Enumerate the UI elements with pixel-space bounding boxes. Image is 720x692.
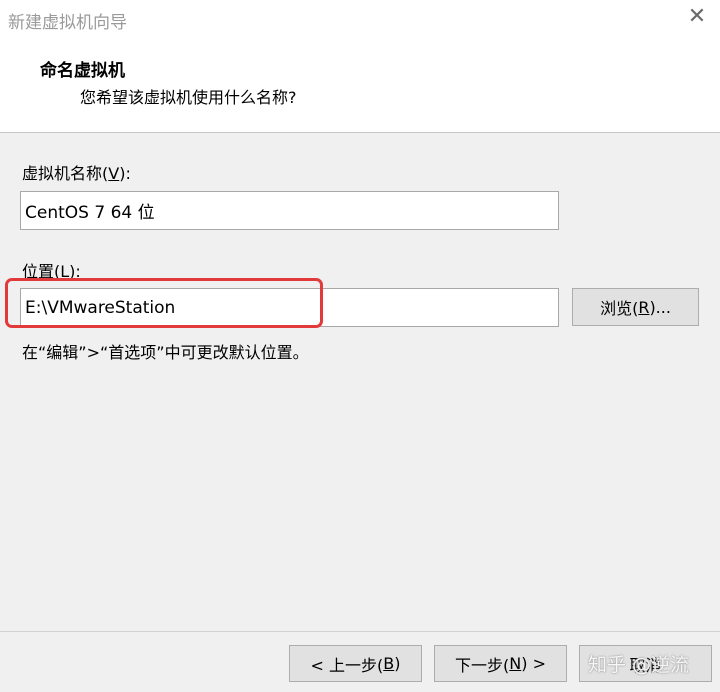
location-label: 位置(L): [22, 258, 81, 282]
footer-divider [0, 631, 720, 632]
next-button-prefix: 下一步( [455, 655, 510, 675]
location-label-suffix: ): [69, 262, 81, 281]
back-button-suffix: ) [394, 654, 401, 673]
vm-name-label-prefix: 虚拟机名称( [22, 164, 109, 183]
location-input[interactable] [20, 288, 559, 327]
back-button-mnemonic: B [383, 654, 395, 673]
next-button[interactable]: 下一步(N) > [434, 645, 567, 682]
browse-button-suffix: )... [649, 297, 671, 317]
browse-button-mnemonic: R [638, 297, 650, 317]
vm-name-label-mnemonic: V [108, 164, 120, 183]
next-button-suffix: ) > [521, 654, 546, 673]
page-subtitle: 您希望该虚拟机使用什么名称? [80, 88, 297, 107]
close-icon[interactable]: ✕ [686, 6, 708, 28]
next-button-mnemonic: N [509, 654, 522, 673]
location-label-prefix: 位置( [22, 262, 61, 281]
cancel-button[interactable]: 取消 [579, 645, 712, 682]
location-label-mnemonic: L [60, 262, 70, 281]
vm-name-input[interactable] [20, 191, 559, 230]
browse-button[interactable]: 浏览(R)... [572, 288, 699, 326]
location-hint: 在“编辑”>“首选项”中可更改默认位置。 [22, 343, 309, 362]
back-button[interactable]: < 上一步(B) [289, 645, 422, 682]
back-button-prefix: < 上一步( [310, 655, 384, 675]
wizard-header: 新建虚拟机向导 ✕ 命名虚拟机 您希望该虚拟机使用什么名称? [0, 0, 720, 133]
window-title: 新建虚拟机向导 [8, 13, 127, 33]
cancel-button-label: 取消 [629, 655, 662, 675]
page-title: 命名虚拟机 [40, 61, 125, 81]
vm-name-label: 虚拟机名称(V): [22, 160, 131, 184]
vm-name-label-suffix: ): [119, 164, 131, 183]
browse-button-prefix: 浏览( [600, 299, 639, 318]
